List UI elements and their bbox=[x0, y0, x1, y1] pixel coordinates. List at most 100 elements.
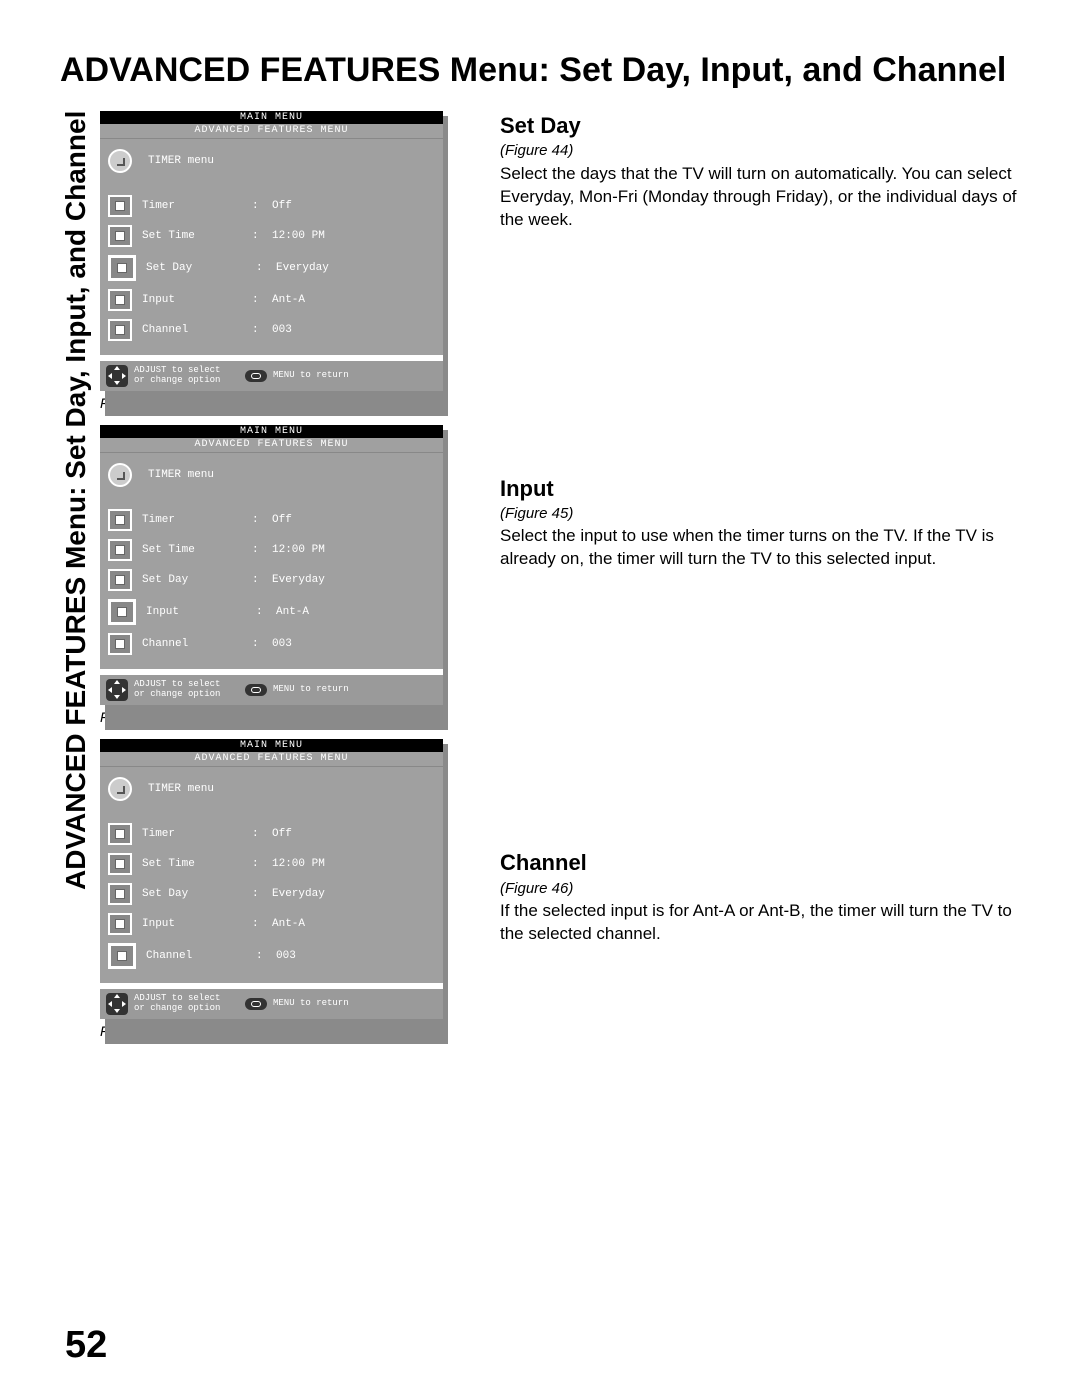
menu-item-label: Set Day bbox=[142, 574, 242, 586]
menu-item-label: Channel bbox=[142, 638, 242, 650]
menu-item-icon bbox=[108, 289, 132, 311]
figures-column: MAIN MENUADVANCED FEATURES MENUTIMER men… bbox=[100, 111, 460, 1047]
menu-item-icon bbox=[108, 319, 132, 341]
section-set-day: Set Day (Figure 44) Select the days that… bbox=[500, 111, 1040, 232]
menu-footer: ADJUST to select or change optionMENU to… bbox=[100, 675, 443, 705]
dpad-icon bbox=[106, 679, 128, 701]
menu-row: Channel:003 bbox=[100, 939, 443, 973]
section-body: If the selected input is for Ant-A or An… bbox=[500, 900, 1040, 946]
footer-menu-text: MENU to return bbox=[273, 371, 349, 381]
menu-item-value: 12:00 PM bbox=[272, 230, 435, 242]
menu-row: Set Time:12:00 PM bbox=[100, 849, 443, 879]
menu-header-row: TIMER menu bbox=[100, 767, 443, 819]
menu-item-colon: : bbox=[252, 200, 262, 212]
menu-item-colon: : bbox=[252, 514, 262, 526]
tv-menu-figure: MAIN MENUADVANCED FEATURES MENUTIMER men… bbox=[100, 425, 443, 705]
section-body: Select the days that the TV will turn on… bbox=[500, 163, 1040, 232]
figure-reference: (Figure 44) bbox=[500, 141, 1040, 161]
dpad-icon bbox=[106, 365, 128, 387]
menu-item-icon bbox=[108, 225, 132, 247]
menu-row: Set Time:12:00 PM bbox=[100, 535, 443, 565]
menu-item-colon: : bbox=[252, 828, 262, 840]
menu-item-label: Set Time bbox=[142, 230, 242, 242]
figure-wrap: MAIN MENUADVANCED FEATURES MENUTIMER men… bbox=[100, 111, 460, 391]
menu-button-icon bbox=[245, 370, 267, 382]
side-label: ADVANCED FEATURES Menu: Set Day, Input, … bbox=[60, 111, 92, 981]
page-title: ADVANCED FEATURES Menu: Set Day, Input, … bbox=[60, 50, 1040, 91]
menu-row: Timer: Off bbox=[100, 819, 443, 849]
right-column: Set Day (Figure 44) Select the days that… bbox=[500, 111, 1040, 1047]
menu-row: Set Day: Everyday bbox=[100, 251, 443, 285]
menu-header-row: TIMER menu bbox=[100, 139, 443, 191]
menu-item-value: Ant-A bbox=[272, 294, 435, 306]
menu-item-value: Off bbox=[272, 828, 435, 840]
section-heading: Channel bbox=[500, 848, 1040, 878]
figure-reference: (Figure 46) bbox=[500, 879, 1040, 899]
menu-main-title: MAIN MENU bbox=[100, 111, 443, 124]
menu-row: Input:Ant-A bbox=[100, 285, 443, 315]
menu-sub-title: ADVANCED FEATURES MENU bbox=[100, 124, 443, 139]
clock-icon bbox=[108, 463, 132, 487]
menu-item-label: Channel bbox=[142, 324, 242, 336]
menu-row: Set Day: Everyday bbox=[100, 565, 443, 595]
menu-item-colon: : bbox=[256, 262, 266, 274]
menu-header-label: TIMER menu bbox=[148, 783, 214, 795]
menu-item-label: Channel bbox=[146, 950, 246, 962]
clock-icon bbox=[108, 777, 132, 801]
menu-item-colon: : bbox=[256, 606, 266, 618]
menu-item-icon bbox=[108, 943, 136, 969]
menu-row: Input: Ant-A bbox=[100, 595, 443, 629]
menu-row: Timer:Off bbox=[100, 505, 443, 535]
footer-adjust-text: ADJUST to select or change option bbox=[134, 366, 239, 386]
menu-item-value: Off bbox=[272, 200, 435, 212]
menu-footer: ADJUST to select or change optionMENU to… bbox=[100, 989, 443, 1019]
page-number: 52 bbox=[65, 1324, 107, 1367]
menu-item-value: Everyday bbox=[276, 262, 435, 274]
menu-item-icon bbox=[108, 913, 132, 935]
figure-wrap: MAIN MENUADVANCED FEATURES MENU TIMER men… bbox=[100, 739, 460, 1019]
menu-item-colon: : bbox=[252, 574, 262, 586]
menu-item-label: Set Day bbox=[142, 888, 242, 900]
menu-item-colon: : bbox=[252, 638, 262, 650]
menu-sub-title: ADVANCED FEATURES MENU bbox=[100, 438, 443, 453]
content-row: ADVANCED FEATURES Menu: Set Day, Input, … bbox=[60, 111, 1040, 1047]
menu-item-icon bbox=[108, 853, 132, 875]
menu-item-icon bbox=[108, 195, 132, 217]
menu-item-value: Everyday bbox=[272, 574, 435, 586]
menu-row: Channel:003 bbox=[100, 629, 443, 659]
clock-icon bbox=[108, 149, 132, 173]
menu-item-value: 003 bbox=[272, 324, 435, 336]
tv-menu-figure: MAIN MENUADVANCED FEATURES MENU TIMER men… bbox=[100, 739, 443, 1019]
menu-item-label: Timer bbox=[142, 828, 242, 840]
footer-menu-text: MENU to return bbox=[273, 685, 349, 695]
menu-sub-title: ADVANCED FEATURES MENU bbox=[100, 752, 443, 767]
menu-item-icon bbox=[108, 569, 132, 591]
tv-menu-figure: MAIN MENUADVANCED FEATURES MENUTIMER men… bbox=[100, 111, 443, 391]
menu-item-label: Input bbox=[142, 294, 242, 306]
section-input: Input (Figure 45) Select the input to us… bbox=[500, 474, 1040, 572]
menu-item-value: Ant-A bbox=[276, 606, 435, 618]
menu-item-colon: : bbox=[252, 858, 262, 870]
figure-reference: (Figure 45) bbox=[500, 504, 1040, 524]
menu-item-label: Set Day bbox=[146, 262, 246, 274]
menu-footer: ADJUST to select or change option MENU to… bbox=[100, 361, 443, 391]
menu-main-title: MAIN MENU bbox=[100, 739, 443, 752]
menu-row: Set Day:Everyday bbox=[100, 879, 443, 909]
menu-item-value: 003 bbox=[272, 638, 435, 650]
section-heading: Set Day bbox=[500, 111, 1040, 141]
figure-wrap: MAIN MENUADVANCED FEATURES MENUTIMER men… bbox=[100, 425, 460, 705]
section-channel: Channel (Figure 46) If the selected inpu… bbox=[500, 848, 1040, 946]
menu-item-icon bbox=[108, 883, 132, 905]
menu-row: Set Time:12:00 PM bbox=[100, 221, 443, 251]
menu-item-icon bbox=[108, 255, 136, 281]
menu-item-colon: : bbox=[252, 324, 262, 336]
footer-adjust-text: ADJUST to select or change option bbox=[134, 994, 239, 1014]
menu-row: Channel:003 bbox=[100, 315, 443, 345]
menu-button-icon bbox=[245, 684, 267, 696]
menu-item-label: Input bbox=[146, 606, 246, 618]
menu-item-value: Off bbox=[272, 514, 435, 526]
menu-item-colon: : bbox=[252, 230, 262, 242]
menu-button-icon bbox=[245, 998, 267, 1010]
menu-item-label: Input bbox=[142, 918, 242, 930]
menu-item-icon bbox=[108, 633, 132, 655]
